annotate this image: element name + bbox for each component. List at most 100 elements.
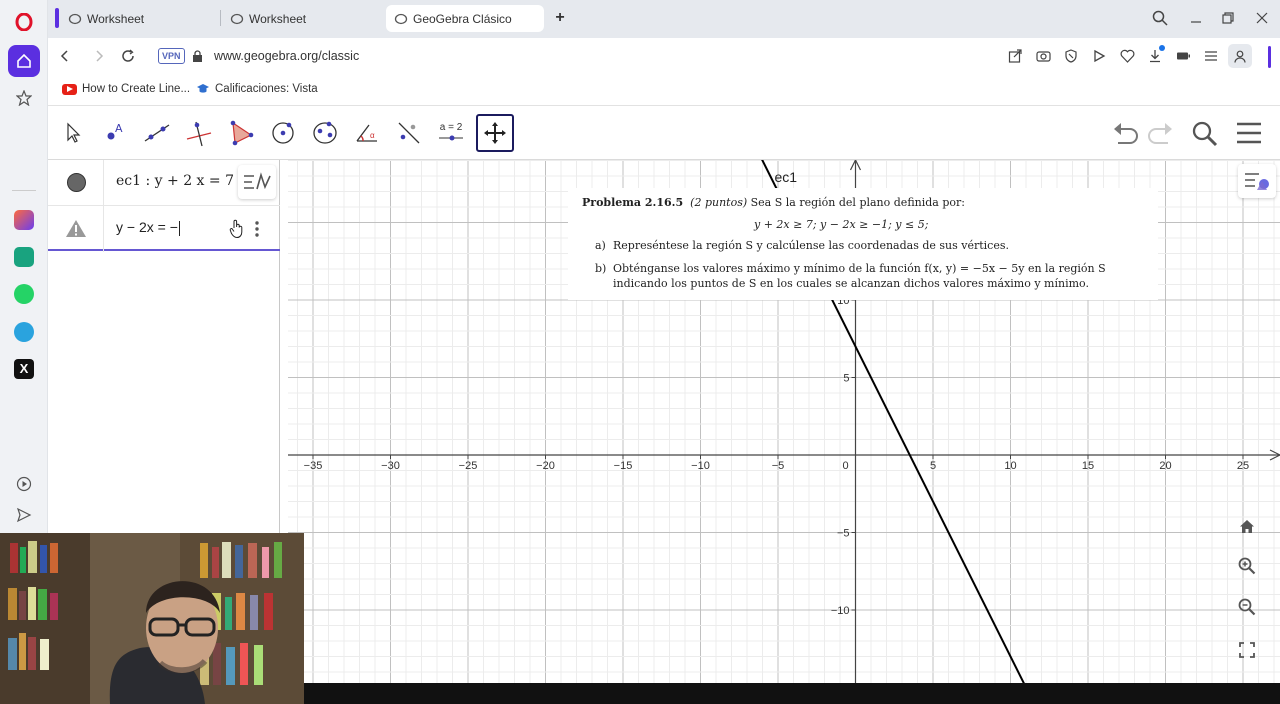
lock-icon[interactable] (192, 50, 203, 68)
bookmark-calificaciones[interactable]: Calificaciones: Vista (196, 83, 318, 95)
easy-setup-icon[interactable] (1204, 49, 1218, 68)
ellipse-tool-icon[interactable] (306, 114, 344, 152)
heart-icon[interactable] (1120, 49, 1135, 68)
visibility-toggle[interactable] (67, 173, 86, 192)
url-text: www.geogebra.org/classic (214, 49, 360, 63)
svg-text:α: α (370, 131, 375, 140)
x-tick-label: −15 (614, 460, 633, 472)
algebra-input-row[interactable]: y − 2x = − (48, 206, 280, 252)
x-tick-label: −25 (459, 460, 478, 472)
x-tick-label: 10 (1004, 460, 1016, 472)
send-icon[interactable] (8, 499, 40, 531)
youtube-icon (62, 83, 77, 95)
algebra-row-ec1[interactable]: ec1 : y + 2 x = 7 (48, 160, 280, 206)
zoom-in-icon[interactable] (1232, 551, 1262, 581)
tab-geogebra-clasico[interactable]: GeoGebra Clásico (386, 5, 544, 32)
problem-statement: Problema 2.16.5 (2 puntos) Sea S la regi… (568, 188, 1158, 300)
reload-icon[interactable] (121, 49, 135, 68)
battery-icon[interactable] (1176, 49, 1191, 68)
y-tick-label: 5 (843, 373, 849, 385)
chatgpt-icon[interactable] (8, 241, 40, 273)
tab-label: Worksheet (249, 11, 307, 26)
algebra-input-field[interactable]: y − 2x = − (116, 219, 180, 236)
problem-intro: Sea S la región del plano definida por: (750, 196, 965, 209)
aria-icon[interactable] (8, 204, 40, 236)
x-tick-label: 25 (1237, 460, 1249, 472)
move-graphics-view-icon[interactable] (476, 114, 514, 152)
reflect-tool-icon[interactable] (390, 114, 428, 152)
geogebra-icon (68, 13, 82, 24)
more-options-icon[interactable] (252, 219, 262, 239)
hand-cursor-icon (229, 219, 245, 244)
slider-tool-icon[interactable]: a = 2 (432, 114, 470, 152)
profile-icon[interactable] (1228, 44, 1252, 68)
x-tick-label: 20 (1159, 460, 1171, 472)
download-icon[interactable] (1148, 45, 1165, 68)
geogebra-icon (230, 13, 244, 24)
whatsapp-icon[interactable] (8, 278, 40, 310)
tab-strip: Worksheet Worksheet GeoGebra Clásico + (48, 0, 1280, 38)
x-tick-label: −35 (304, 460, 323, 472)
webcam-overlay (0, 533, 304, 704)
search-icon[interactable] (1192, 121, 1218, 152)
y-tick-label: −5 (837, 528, 850, 540)
tab-label: Worksheet (87, 11, 145, 26)
x-tick-label: 15 (1082, 460, 1094, 472)
x-tick-label: 0 (842, 460, 848, 472)
perpendicular-tool-icon[interactable] (180, 114, 218, 152)
circle-tool-icon[interactable] (264, 114, 302, 152)
x-twitter-icon[interactable]: X (8, 353, 40, 385)
problem-title: Problema 2.16.5 (582, 196, 684, 209)
tab-worksheet-1[interactable]: Worksheet (60, 5, 218, 32)
minimize-icon[interactable] (1188, 10, 1204, 31)
fullscreen-icon[interactable] (1232, 635, 1262, 665)
close-icon[interactable] (1254, 10, 1270, 31)
bookmarks-bar: How to Create Line... Calificaciones: Vi… (48, 76, 1280, 106)
y-tick-label: −10 (831, 605, 850, 617)
move-tool-icon[interactable] (54, 114, 92, 152)
line-tool-icon[interactable] (138, 114, 176, 152)
x-tick-label: −20 (536, 460, 555, 472)
problem-heading: Problema 2.16.5 (2 puntos) Sea S la regi… (582, 196, 965, 211)
warning-icon (65, 219, 87, 243)
graduation-cap-icon (196, 83, 210, 95)
star-icon[interactable] (8, 82, 40, 114)
bookmark-label: How to Create Line... (82, 83, 191, 95)
main-menu-icon[interactable] (1236, 122, 1262, 149)
flow-icon[interactable] (1092, 49, 1106, 68)
bookmark-youtube[interactable]: How to Create Line... (62, 83, 190, 95)
redo-icon[interactable] (1146, 121, 1174, 150)
standard-view-home-icon[interactable] (1232, 511, 1262, 541)
home-icon[interactable] (8, 45, 40, 77)
graphics-view[interactable]: −35 −30 −25 −20 −15 −10 −5 0 5 10 15 20 25 10 5 −5 −10 ec… (288, 160, 1280, 683)
webcam-image (0, 533, 304, 704)
zoom-out-icon[interactable] (1232, 592, 1262, 622)
tab-worksheet-2[interactable]: Worksheet (222, 5, 380, 32)
part-b-text-line2: indicando los puntos de S en los cuales … (613, 277, 1089, 290)
point-tool-icon[interactable]: A (96, 114, 134, 152)
algebra-style-menu-icon[interactable] (238, 165, 276, 199)
x-tick-label: −5 (772, 460, 785, 472)
slider-label: a = 2 (439, 122, 463, 133)
restore-icon[interactable] (1220, 10, 1236, 31)
share-icon[interactable] (1008, 49, 1022, 68)
vpn-badge[interactable]: VPN (158, 48, 185, 64)
angle-tool-icon[interactable]: α (348, 114, 386, 152)
opera-logo-icon[interactable] (8, 6, 40, 38)
algebra-expression[interactable]: ec1 : y + 2 x = 7 (116, 173, 234, 189)
polygon-tool-icon[interactable] (222, 114, 260, 152)
back-icon[interactable] (58, 49, 72, 68)
new-tab-button[interactable]: + (551, 9, 569, 27)
tab-label: GeoGebra Clásico (413, 11, 512, 26)
bookmark-label: Calificaciones: Vista (215, 83, 318, 95)
telegram-icon[interactable] (8, 316, 40, 348)
undo-icon[interactable] (1112, 121, 1140, 150)
forward-icon[interactable] (92, 49, 106, 68)
camera-icon[interactable] (1036, 49, 1051, 68)
search-tabs-icon[interactable] (1152, 10, 1168, 31)
adblock-icon[interactable] (1064, 49, 1078, 68)
player-icon[interactable] (8, 468, 40, 500)
geogebra-toolbar: A α a = 2 (48, 106, 1280, 160)
x-tick-label: −10 (691, 460, 710, 472)
graphics-style-menu-icon[interactable] (1238, 164, 1276, 198)
